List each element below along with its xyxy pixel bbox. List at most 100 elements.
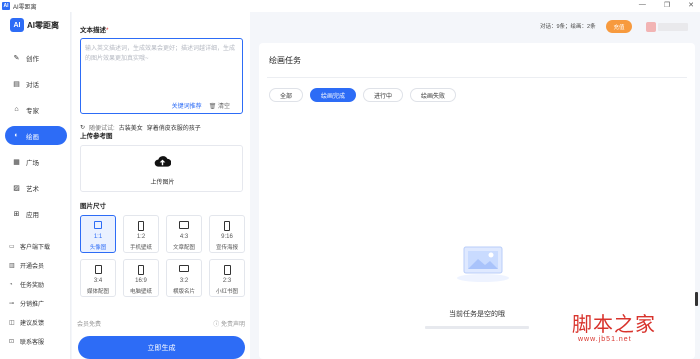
sidebar-item-rewards[interactable]: ◔ 任务奖励	[9, 279, 67, 290]
sidebar-item-apps[interactable]: ⊞ 应用	[5, 204, 67, 223]
sidebar-item-label: 广场	[26, 159, 39, 167]
sidebar-item-chat[interactable]: ▤ 对话	[5, 74, 67, 93]
user-name-blurred[interactable]	[658, 23, 688, 31]
size-option-3x4[interactable]: 3:4 媒体配图	[80, 259, 116, 297]
trash-icon: 🗑	[208, 104, 217, 110]
reward-icon: ◔	[9, 281, 13, 288]
recharge-button[interactable]: 充值	[606, 20, 632, 33]
size-ratio: 9:16	[221, 234, 233, 240]
chat-icon: ▤	[13, 80, 20, 88]
panel-scrollbar[interactable]	[250, 12, 254, 359]
sidebar-nav: ✎ 创作 ▤ 对话 ⌂ 专家 ◐ 绘画 ▦ 广场 ▨ 艺术 ⊞ 应用	[5, 48, 67, 230]
monitor-icon: ▭	[9, 244, 15, 250]
aspect-ratio-icon	[179, 265, 189, 272]
sidebar-item-square[interactable]: ▦ 广场	[5, 152, 67, 171]
size-name: 电脑壁纸	[129, 289, 152, 295]
palette-icon: ◐	[14, 132, 19, 139]
tab-3[interactable]: 绘画失败	[410, 88, 457, 102]
try-example[interactable]: 古装美女	[119, 123, 143, 132]
aspect-ratio-icon	[94, 221, 102, 229]
window-title: AI零距离	[13, 4, 37, 11]
tasks-title: 绘画任务	[269, 56, 301, 65]
try-example[interactable]: 穿着俏皮衣服的孩子	[147, 123, 201, 132]
brand: AI AI零距离	[10, 17, 70, 33]
app-icon: AI	[2, 2, 10, 10]
upload-label: 上传参考图	[80, 133, 113, 140]
graduation-cap-icon: ⌂	[14, 106, 19, 113]
empty-state-illustration	[457, 246, 509, 282]
size-ratio: 4:3	[179, 234, 189, 240]
sidebar-item-promotion[interactable]: ⊸ 分销推广	[9, 298, 67, 309]
prompt-placeholder: 输入英文描述词，生成效果会更好；描述词越详细，生成的图片效果更加真实哦~	[85, 46, 236, 62]
prompt-actions: 关键词推荐 🗑 清空	[172, 101, 230, 110]
aspect-ratio-icon	[223, 265, 231, 275]
sidebar: AI AI零距离 ✎ 创作 ▤ 对话 ⌂ 专家 ◐ 绘画 ▦ 广场 ▨ 艺术 ⊞ 应用 ▭ 客户…	[0, 12, 71, 359]
sidebar-item-art[interactable]: ▨ 艺术	[5, 178, 67, 197]
size-label: 图片尺寸	[80, 203, 106, 210]
size-ratio: 3:4	[93, 278, 103, 284]
size-option-1x1[interactable]: 1:1 头像图	[80, 215, 116, 253]
tab-1[interactable]: 绘画完成	[310, 88, 357, 102]
generate-button[interactable]: 立即生成	[78, 336, 245, 359]
sidebar-item-label: 建议反馈	[20, 321, 45, 327]
page-scrollbar-thumb[interactable]	[695, 292, 698, 306]
brand-name: AI零距离	[27, 20, 59, 30]
size-name: 文章配图	[172, 245, 195, 251]
size-option-2x3[interactable]: 2:3 小红书图	[209, 259, 245, 297]
prompt-label-text: 文本描述	[80, 27, 106, 34]
size-ratio: 3:2	[179, 278, 189, 284]
apps-grid-icon: ⊞	[13, 210, 20, 218]
sidebar-item-label: 分销推广	[20, 302, 45, 308]
tab-2[interactable]: 进行中	[363, 88, 404, 102]
avatar[interactable]	[646, 22, 656, 32]
empty-state-subtext	[425, 326, 529, 329]
prompt-textarea[interactable]: 输入英文描述词，生成效果会更好；描述词越详细，生成的图片效果更加真实哦~ 关键词…	[80, 38, 243, 114]
keyword-recommend-link[interactable]: 关键词推荐	[172, 101, 202, 110]
sidebar-item-feedback[interactable]: ◫ 建议反馈	[9, 317, 67, 328]
sidebar-item-expert[interactable]: ⌂ 专家	[5, 100, 67, 119]
sidebar-item-label: 对话	[26, 81, 39, 89]
sidebar-item-client-download[interactable]: ▭ 客户端下载	[9, 241, 67, 252]
size-name: 小红书图	[215, 289, 238, 295]
clear-button[interactable]: 🗑 清空	[209, 101, 230, 110]
window-titlebar: AI AI零距离 — ❐ ✕	[0, 0, 700, 12]
required-mark: *	[106, 27, 109, 34]
aspect-ratio-icon	[224, 221, 230, 231]
sidebar-item-label: 任务奖励	[20, 283, 45, 289]
image-icon: ▦	[13, 158, 20, 166]
size-option-3x2[interactable]: 3:2 横版名片	[166, 259, 202, 297]
brand-logo: AI	[10, 18, 24, 32]
aspect-ratio-icon	[179, 221, 189, 229]
clear-label: 清空	[217, 104, 230, 110]
vip-card-icon: ▥	[9, 263, 15, 269]
sidebar-item-label: 客户端下载	[20, 245, 51, 251]
size-ratio: 1:2	[136, 234, 146, 240]
feedback-icon: ◫	[9, 320, 15, 326]
sidebar-item-membership[interactable]: ▥ 开通会员	[9, 260, 67, 271]
size-options: 1:1 头像图 1:2 手机壁纸 4:3 文章配图 9:16 宣传海报 3:4 媒体配图 16:9 电…	[80, 215, 245, 297]
window-controls: — ❐ ✕	[639, 1, 694, 9]
aspect-ratio-icon	[138, 265, 144, 275]
restore-icon[interactable]: ❐	[664, 1, 670, 9]
watermark: 脚本之家 www.jb51.net	[572, 312, 696, 356]
close-icon[interactable]: ✕	[688, 1, 694, 9]
art-icon: ▨	[13, 184, 20, 192]
size-option-4x3[interactable]: 4:3 文章配图	[166, 215, 202, 253]
tab-0[interactable]: 全部	[269, 88, 304, 102]
size-name: 头像图	[89, 245, 107, 251]
minimize-icon[interactable]: —	[639, 1, 646, 9]
disclaimer-link[interactable]: ⓘ 免责声明	[213, 319, 245, 328]
size-option-16x9[interactable]: 16:9 电脑壁纸	[123, 259, 159, 297]
sidebar-item-support[interactable]: ⊡ 联系客服	[9, 336, 67, 347]
sidebar-item-painting[interactable]: ◐ 绘画	[5, 126, 67, 145]
member-row: 会员免费 ⓘ 免责声明	[77, 319, 245, 328]
upload-reference-dropzone[interactable]: 上传图片	[80, 145, 243, 192]
cloud-upload-icon	[154, 156, 171, 167]
size-option-9x16[interactable]: 9:16 宣传海报	[209, 215, 245, 253]
size-ratio: 2:3	[222, 278, 232, 284]
support-icon: ⊡	[9, 339, 15, 345]
size-option-1x2[interactable]: 1:2 手机壁纸	[123, 215, 159, 253]
sidebar-item-label: 专家	[26, 107, 39, 115]
sidebar-item-label: 开通会员	[20, 264, 45, 270]
sidebar-item-create[interactable]: ✎ 创作	[5, 48, 67, 67]
